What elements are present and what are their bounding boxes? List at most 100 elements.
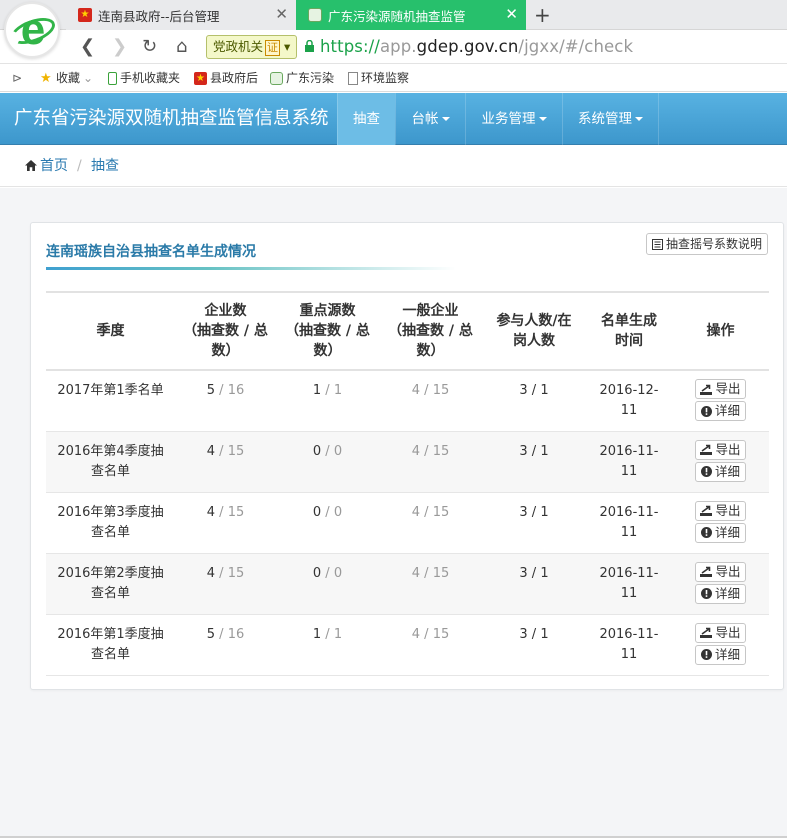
tab-title: 连南县政府--后台管理	[98, 8, 220, 24]
info-circle-icon	[700, 649, 712, 660]
caret-down-icon	[441, 117, 450, 121]
bookmark-favorites[interactable]: ★ 收藏 ⌄	[40, 70, 93, 86]
address-bar: ❮ ❯ ↻ ⌂ 党政机关证 ▾ https://app.gdep.gov.cn/…	[0, 30, 787, 64]
bookmark-gov[interactable]: ★ 县政府后	[194, 70, 258, 86]
bookmark-label: 广东污染	[286, 71, 335, 85]
bookmark-env[interactable]: 环境监察	[348, 70, 409, 86]
export-icon	[700, 505, 713, 516]
key-source-count: 0 / 0	[276, 553, 379, 615]
star-icon: ★	[40, 70, 52, 86]
nav-label: 台帐	[411, 111, 439, 127]
reload-icon[interactable]: ↻	[142, 36, 157, 58]
nav-label: 抽查	[353, 111, 380, 127]
party-gov-badge[interactable]: 党政机关证 ▾	[206, 35, 298, 59]
forward-arrow-icon[interactable]: ❯	[112, 36, 127, 58]
enterprise-count: 4 / 15	[175, 553, 276, 615]
bookmark-label: 收藏	[56, 71, 81, 85]
close-tab-icon[interactable]: ✕	[275, 6, 288, 22]
table-row: 2016年第1季度抽 查名单 5 / 16 1 / 1 4 / 15 3 / 1 …	[46, 614, 769, 676]
col-quarter: 季度	[46, 291, 175, 371]
info-circle-icon	[700, 588, 712, 599]
bookmark-mobile[interactable]: 手机收藏夹	[108, 70, 180, 86]
nav-label: 业务管理	[481, 111, 536, 127]
export-button[interactable]: 导出	[695, 439, 746, 460]
bookmark-pollution[interactable]: 广东污染	[270, 70, 334, 86]
nav-ledger[interactable]: 台帐	[395, 93, 465, 145]
table-row: 2016年第4季度抽 查名单 4 / 15 0 / 0 4 / 15 3 / 1 …	[46, 431, 769, 493]
detail-button[interactable]: 详细	[695, 461, 746, 482]
browser-tab-bar: ★ 连南县政府--后台管理 ✕ 广东污染源随机抽查监管 ✕ +	[0, 0, 787, 30]
panel-title: 连南瑶族自治县抽查名单生成情况	[46, 244, 256, 260]
breadcrumb-home[interactable]: 首页	[40, 146, 68, 187]
table-row: 2016年第3季度抽 查名单 4 / 15 0 / 0 4 / 15 3 / 1 …	[46, 492, 769, 554]
table-row: 2017年第1季名单 5 / 16 1 / 1 4 / 15 3 / 1 201…	[46, 370, 769, 432]
cert-icon: 证	[265, 40, 281, 56]
bookmark-label: 县政府后	[210, 71, 259, 85]
export-button[interactable]: 导出	[695, 379, 746, 399]
browser-logo-icon[interactable]: e	[4, 2, 60, 58]
row-actions: 导出 详细	[672, 431, 769, 493]
quarter-name: 2016年第1季度抽 查名单	[46, 614, 175, 676]
generated-date: 2016-11- 11	[586, 614, 672, 676]
close-tab-icon[interactable]: ✕	[505, 6, 518, 22]
list-icon	[652, 238, 663, 250]
key-source-count: 1 / 1	[276, 370, 379, 432]
col-participants: 参与人数/在 岗人数	[482, 291, 586, 371]
enterprise-count: 4 / 15	[175, 431, 276, 493]
key-source-count: 0 / 0	[276, 492, 379, 554]
export-icon	[700, 566, 713, 577]
col-generated-time: 名单生成 时间	[586, 291, 672, 371]
phone-icon	[108, 71, 117, 85]
export-button[interactable]: 导出	[695, 622, 746, 643]
check-list-panel: 连南瑶族自治县抽查名单生成情况 抽查摇号系数说明 季度 企业数 （抽查数 / 总数…	[30, 222, 784, 690]
participant-count: 3 / 1	[482, 431, 586, 493]
enterprise-count: 5 / 16	[175, 370, 276, 432]
participant-count: 3 / 1	[482, 492, 586, 554]
col-key-source: 重点源数 （抽查数 / 总数）	[276, 291, 379, 371]
coefficient-explain-button[interactable]: 抽查摇号系数说明	[646, 233, 769, 255]
detail-button[interactable]: 详细	[695, 644, 746, 665]
enterprise-count: 4 / 15	[175, 492, 276, 554]
enterprise-count: 5 / 16	[175, 614, 276, 676]
browser-tab-gov-admin[interactable]: ★ 连南县政府--后台管理 ✕	[66, 0, 296, 30]
tab-title: 广东污染源随机抽查监管	[328, 8, 466, 24]
app-title[interactable]: 广东省污染源双随机抽查监管信息系统	[14, 93, 329, 145]
export-button[interactable]: 导出	[695, 500, 746, 521]
detail-button[interactable]: 详细	[695, 401, 746, 421]
detail-button[interactable]: 详细	[695, 583, 746, 604]
participant-count: 3 / 1	[482, 370, 586, 432]
eco-site-icon	[308, 8, 322, 22]
general-enterprise-count: 4 / 15	[379, 431, 482, 493]
participant-count: 3 / 1	[482, 553, 586, 615]
bookmark-label: 环境监察	[361, 71, 410, 85]
lock-icon	[305, 40, 314, 52]
general-enterprise-count: 4 / 15	[379, 492, 482, 554]
export-button[interactable]: 导出	[695, 561, 746, 582]
quarter-name: 2016年第3季度抽 查名单	[46, 492, 175, 554]
nav-system[interactable]: 系统管理	[562, 93, 659, 145]
breadcrumb: 首页 / 抽查	[0, 146, 787, 187]
sidebar-toggle-icon[interactable]: ⊳	[12, 70, 22, 86]
nav-business[interactable]: 业务管理	[465, 93, 562, 145]
key-source-count: 1 / 1	[276, 614, 379, 676]
url-field[interactable]: https://app.gdep.gov.cn/jgxx/#/check	[320, 36, 633, 58]
export-icon	[700, 444, 713, 455]
col-enterprise: 企业数 （抽查数 / 总数）	[175, 291, 276, 371]
generated-date: 2016-11- 11	[586, 553, 672, 615]
gov-star-icon: ★	[194, 71, 207, 85]
new-tab-icon[interactable]: +	[534, 3, 551, 27]
button-label: 抽查摇号系数说明	[666, 237, 763, 251]
home-icon[interactable]: ⌂	[176, 36, 187, 58]
check-list-table: 季度 企业数 （抽查数 / 总数） 重点源数 （抽查数 / 总数） 一般企业 （抽查数…	[46, 291, 769, 676]
generated-date: 2016-11- 11	[586, 492, 672, 554]
nav-check[interactable]: 抽查	[337, 93, 395, 145]
nav-label: 系统管理	[578, 111, 632, 127]
breadcrumb-current[interactable]: 抽查	[91, 146, 119, 187]
detail-button[interactable]: 详细	[695, 522, 746, 543]
url-host: gdep.gov.cn	[416, 37, 519, 56]
browser-tab-pollution-check[interactable]: 广东污染源随机抽查监管 ✕	[296, 0, 526, 30]
export-icon	[700, 627, 713, 638]
col-actions: 操作	[672, 291, 769, 371]
back-arrow-icon[interactable]: ❮	[80, 36, 95, 58]
quarter-name: 2016年第2季度抽 查名单	[46, 553, 175, 615]
